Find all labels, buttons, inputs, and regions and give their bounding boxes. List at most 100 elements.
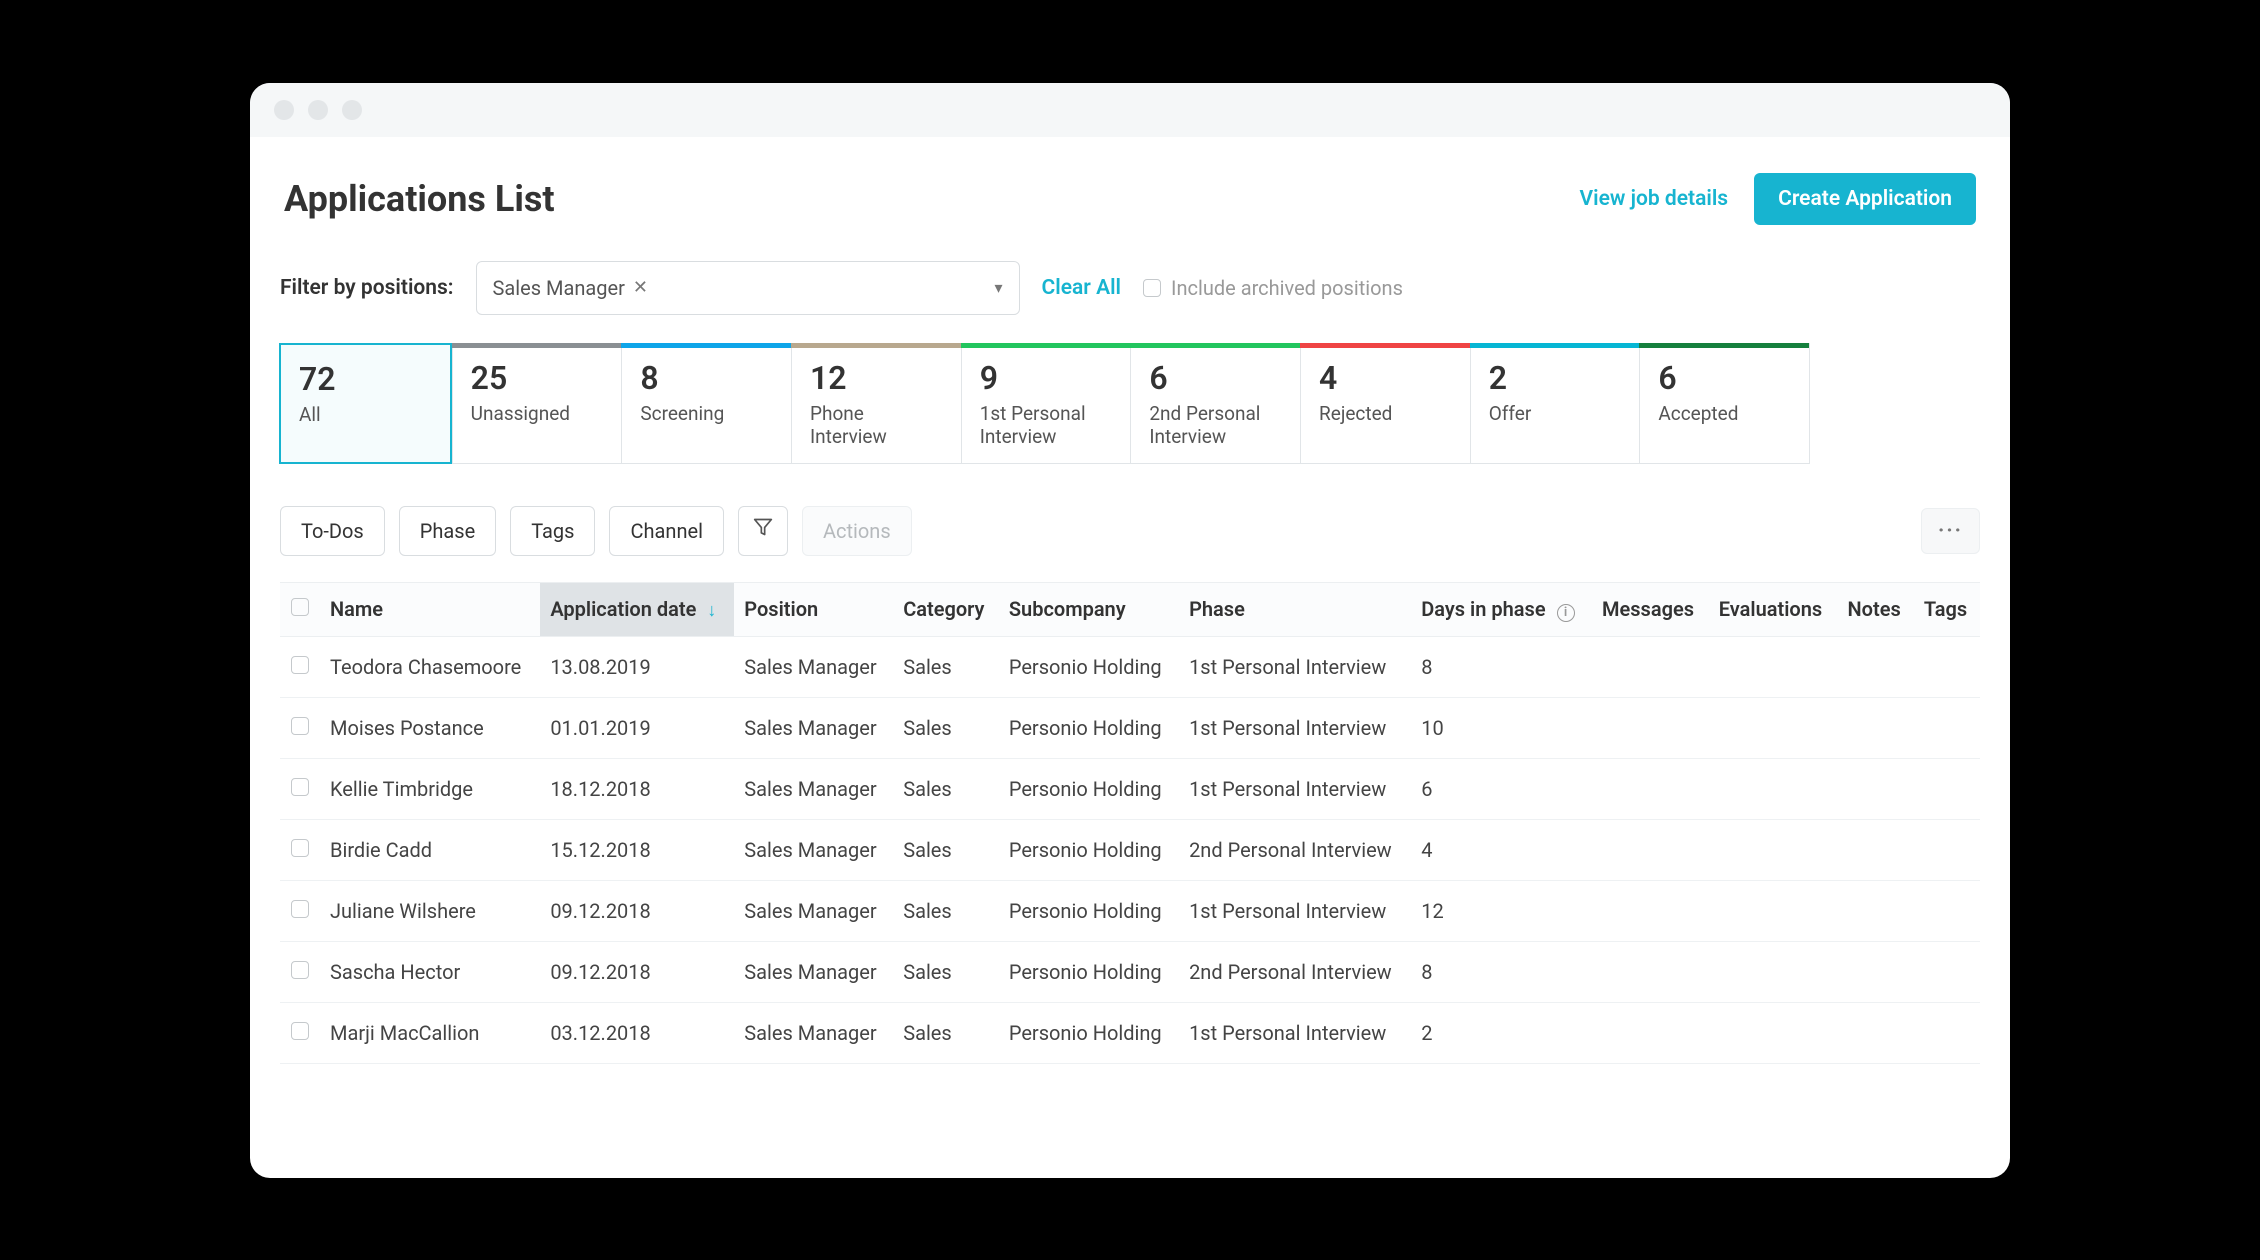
stage-tab-rejected[interactable]: 4Rejected <box>1300 344 1470 464</box>
col-tags[interactable]: Tags <box>1914 583 1980 637</box>
cell-evaluations <box>1709 636 1838 697</box>
row-checkbox-cell[interactable] <box>280 1002 320 1063</box>
view-job-details-link[interactable]: View job details <box>1580 187 1729 211</box>
stage-tab-accepted[interactable]: 6Accepted <box>1639 344 1809 464</box>
table-row[interactable]: Kellie Timbridge18.12.2018Sales ManagerS… <box>280 758 1980 819</box>
cell-date: 13.08.2019 <box>540 636 734 697</box>
stage-tab-all[interactable]: 72All <box>279 343 452 465</box>
stage-label: Rejected <box>1319 402 1452 426</box>
cell-notes <box>1838 1002 1914 1063</box>
actions-button: Actions <box>802 506 912 556</box>
table-row[interactable]: Sascha Hector09.12.2018Sales ManagerSale… <box>280 941 1980 1002</box>
col-phase[interactable]: Phase <box>1179 583 1411 637</box>
checkbox-icon[interactable] <box>291 656 309 674</box>
info-icon[interactable]: i <box>1557 604 1575 622</box>
checkbox-icon[interactable] <box>291 961 309 979</box>
checkbox-icon[interactable] <box>291 1022 309 1040</box>
cell-subcompany: Personio Holding <box>999 1002 1179 1063</box>
row-checkbox-cell[interactable] <box>280 758 320 819</box>
filter-icon-button[interactable] <box>738 506 788 556</box>
window-dot-min[interactable] <box>308 100 328 120</box>
filter-label: Filter by positions: <box>280 276 454 300</box>
window-dot-close[interactable] <box>274 100 294 120</box>
stage-tab-phone-interview[interactable]: 12Phone Interview <box>791 344 961 464</box>
row-checkbox-cell[interactable] <box>280 819 320 880</box>
cell-phase: 2nd Personal Interview <box>1179 819 1411 880</box>
position-chip[interactable]: Sales Manager ✕ <box>493 276 648 300</box>
cell-date: 09.12.2018 <box>540 880 734 941</box>
cell-subcompany: Personio Holding <box>999 697 1179 758</box>
cell-date: 03.12.2018 <box>540 1002 734 1063</box>
checkbox-icon[interactable] <box>1143 279 1161 297</box>
col-subcompany[interactable]: Subcompany <box>999 583 1179 637</box>
cell-subcompany: Personio Holding <box>999 758 1179 819</box>
cell-messages <box>1592 636 1709 697</box>
stage-count: 12 <box>810 362 943 394</box>
stage-tab-unassigned[interactable]: 25Unassigned <box>452 344 622 464</box>
checkbox-icon[interactable] <box>291 900 309 918</box>
checkbox-icon[interactable] <box>291 717 309 735</box>
row-checkbox-cell[interactable] <box>280 636 320 697</box>
row-checkbox-cell[interactable] <box>280 697 320 758</box>
table-header-row: Name Application date ↓ Position Categor… <box>280 583 1980 637</box>
table-row[interactable]: Birdie Cadd15.12.2018Sales ManagerSalesP… <box>280 819 1980 880</box>
cell-phase: 1st Personal Interview <box>1179 758 1411 819</box>
cell-name: Juliane Wilshere <box>320 880 540 941</box>
cell-evaluations <box>1709 1002 1838 1063</box>
col-position[interactable]: Position <box>734 583 893 637</box>
col-days-in-phase[interactable]: Days in phase i <box>1411 583 1592 637</box>
table-row[interactable]: Moises Postance01.01.2019Sales ManagerSa… <box>280 697 1980 758</box>
table-row[interactable]: Teodora Chasemoore13.08.2019Sales Manage… <box>280 636 1980 697</box>
col-application-date[interactable]: Application date ↓ <box>540 583 734 637</box>
col-category[interactable]: Category <box>893 583 999 637</box>
cell-subcompany: Personio Holding <box>999 941 1179 1002</box>
stage-tab-1st-personal-interview[interactable]: 91st Personal Interview <box>961 344 1131 464</box>
checkbox-icon[interactable] <box>291 778 309 796</box>
cell-notes <box>1838 697 1914 758</box>
col-evaluations[interactable]: Evaluations <box>1709 583 1838 637</box>
channel-filter-button[interactable]: Channel <box>609 506 723 556</box>
cell-messages <box>1592 880 1709 941</box>
cell-phase: 2nd Personal Interview <box>1179 941 1411 1002</box>
window-dot-max[interactable] <box>342 100 362 120</box>
stage-tab-screening[interactable]: 8Screening <box>621 344 791 464</box>
cell-evaluations <box>1709 819 1838 880</box>
col-messages[interactable]: Messages <box>1592 583 1709 637</box>
stage-count: 9 <box>980 362 1113 394</box>
more-menu-button[interactable]: ··· <box>1921 508 1980 554</box>
checkbox-icon[interactable] <box>291 839 309 857</box>
row-checkbox-cell[interactable] <box>280 941 320 1002</box>
clear-all-link[interactable]: Clear All <box>1042 276 1121 300</box>
cell-name: Sascha Hector <box>320 941 540 1002</box>
cell-category: Sales <box>893 636 999 697</box>
stage-tab-2nd-personal-interview[interactable]: 62nd Personal Interview <box>1130 344 1300 464</box>
close-icon[interactable]: ✕ <box>633 277 648 298</box>
create-application-button[interactable]: Create Application <box>1754 173 1976 225</box>
cell-messages <box>1592 1002 1709 1063</box>
position-filter-select[interactable]: Sales Manager ✕ ▾ <box>476 261 1020 315</box>
todos-filter-button[interactable]: To-Dos <box>280 506 385 556</box>
select-all-header[interactable] <box>280 583 320 637</box>
stage-tab-offer[interactable]: 2Offer <box>1470 344 1640 464</box>
table-row[interactable]: Marji MacCallion03.12.2018Sales ManagerS… <box>280 1002 1980 1063</box>
cell-tags <box>1914 697 1980 758</box>
cell-tags <box>1914 941 1980 1002</box>
table-row[interactable]: Juliane Wilshere09.12.2018Sales ManagerS… <box>280 880 1980 941</box>
include-archived-toggle[interactable]: Include archived positions <box>1143 276 1403 300</box>
col-name[interactable]: Name <box>320 583 540 637</box>
checkbox-icon[interactable] <box>291 598 309 616</box>
header-actions: View job details Create Application <box>1580 173 1976 225</box>
phase-filter-button[interactable]: Phase <box>399 506 496 556</box>
cell-tags <box>1914 1002 1980 1063</box>
cell-subcompany: Personio Holding <box>999 636 1179 697</box>
cell-position: Sales Manager <box>734 880 893 941</box>
stage-label: 2nd Personal Interview <box>1149 402 1282 450</box>
chevron-down-icon: ▾ <box>995 278 1003 297</box>
stage-label: Offer <box>1489 402 1622 426</box>
col-notes[interactable]: Notes <box>1838 583 1914 637</box>
tags-filter-button[interactable]: Tags <box>510 506 595 556</box>
row-checkbox-cell[interactable] <box>280 880 320 941</box>
stage-count: 72 <box>299 363 432 395</box>
cell-position: Sales Manager <box>734 819 893 880</box>
window-titlebar <box>250 83 2010 137</box>
